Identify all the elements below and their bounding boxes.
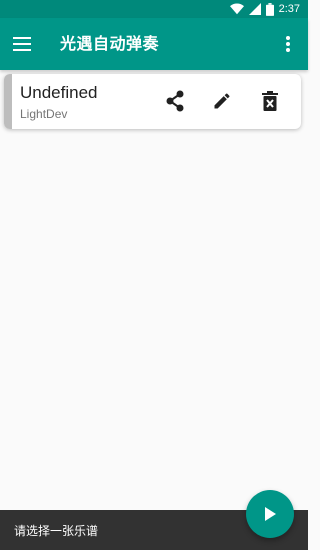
hamburger-menu-icon	[13, 37, 31, 51]
wifi-icon	[229, 3, 244, 15]
play-fab-button[interactable]	[246, 490, 294, 538]
status-time: 2:37	[278, 3, 300, 15]
overflow-menu-button[interactable]	[276, 32, 300, 56]
play-icon	[265, 507, 276, 521]
menu-button[interactable]	[10, 32, 34, 56]
more-vert-icon	[286, 36, 290, 52]
card-accent-bar	[4, 74, 12, 129]
sheet-list-item[interactable]: Undefined LightDev	[4, 74, 301, 129]
battery-icon	[265, 2, 274, 16]
snackbar-message: 请选择一张乐谱	[14, 523, 99, 538]
delete-icon	[262, 91, 278, 111]
sheet-title: Undefined	[20, 83, 98, 102]
status-bar: 2:37	[0, 0, 308, 18]
delete-button[interactable]	[258, 89, 282, 113]
sheet-author: LightDev	[20, 107, 68, 121]
share-icon	[166, 90, 184, 112]
edit-icon	[214, 93, 230, 109]
edit-button[interactable]	[210, 89, 234, 113]
app-title: 光遇自动弹奏	[60, 34, 160, 53]
signal-icon	[248, 3, 261, 15]
app-toolbar: 光遇自动弹奏	[0, 18, 308, 70]
share-button[interactable]	[163, 89, 187, 113]
